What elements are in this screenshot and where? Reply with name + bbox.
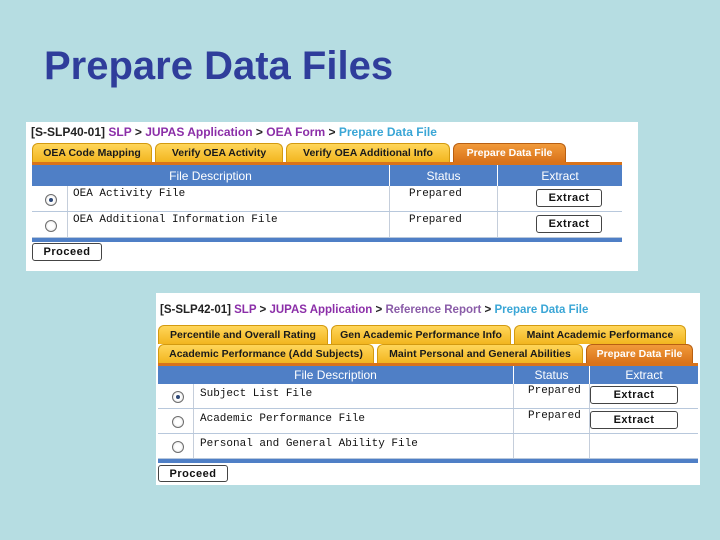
row-select-radio[interactable] — [172, 416, 184, 428]
tab-gen-academic-performance-info[interactable]: Gen Academic Performance Info — [331, 325, 511, 344]
breadcrumb-jupas-link[interactable]: JUPAS Application — [269, 304, 372, 316]
status-value: Prepared — [390, 212, 498, 237]
table-header: File Description Status Extract — [32, 165, 622, 186]
tab-maint-personal-general-abilities[interactable]: Maint Personal and General Abilities — [377, 344, 583, 363]
breadcrumb-reference-report-link[interactable]: Reference Report — [385, 304, 481, 316]
extract-button[interactable]: Extract — [536, 215, 602, 233]
row-select-radio[interactable] — [45, 220, 57, 232]
tab-prepare-data-file[interactable]: Prepare Data File — [453, 143, 566, 162]
tab-percentile-overall-rating[interactable]: Percentile and Overall Rating — [158, 325, 328, 344]
extract-button[interactable]: Extract — [590, 386, 678, 404]
extract-header: Extract — [625, 368, 663, 382]
file-name: OEA Additional Information File — [68, 212, 390, 237]
table-row: OEA Additional Information File Prepared… — [32, 212, 622, 238]
screen-code: [S-SLP40-01] — [31, 125, 106, 139]
table-bottom-bar — [158, 459, 698, 463]
breadcrumb-oea-link[interactable]: OEA Form — [266, 125, 325, 139]
extract-button[interactable]: Extract — [590, 411, 678, 429]
status-value — [514, 434, 590, 458]
breadcrumb: [S-SLP42-01] SLP > JUPAS Application > R… — [160, 304, 589, 316]
proceed-button[interactable]: Proceed — [158, 465, 228, 482]
status-header: Status — [514, 366, 590, 384]
status-value: Prepared — [514, 409, 590, 433]
tab-academic-performance-add-subjects[interactable]: Academic Performance (Add Subjects) — [158, 344, 374, 363]
oea-prepare-panel: [S-SLP40-01] SLP > JUPAS Application > O… — [26, 122, 638, 271]
row-select-radio[interactable] — [172, 441, 184, 453]
tab-verify-oea-activity[interactable]: Verify OEA Activity — [155, 143, 283, 162]
table-header: File Description Status Extract — [158, 366, 698, 384]
file-description-header: File Description — [158, 366, 514, 384]
tab-oea-code-mapping[interactable]: OEA Code Mapping — [32, 143, 152, 162]
extract-header: Extract — [541, 168, 579, 183]
row-select-radio[interactable] — [172, 391, 184, 403]
table-bottom-bar — [32, 238, 622, 242]
file-name: OEA Activity File — [68, 186, 390, 211]
table-row: OEA Activity File Prepared Extract — [32, 186, 622, 212]
file-description-header: File Description — [32, 165, 390, 186]
proceed-button[interactable]: Proceed — [32, 243, 102, 261]
breadcrumb-slp-link[interactable]: SLP — [234, 304, 256, 316]
file-name: Subject List File — [194, 384, 514, 408]
screen-code: [S-SLP42-01] — [160, 304, 231, 316]
file-name: Academic Performance File — [194, 409, 514, 433]
breadcrumb-current: Prepare Data File — [494, 304, 589, 316]
tab-maint-academic-performance[interactable]: Maint Academic Performance — [514, 325, 686, 344]
status-value: Prepared — [390, 186, 498, 211]
extract-cell — [590, 434, 698, 458]
breadcrumb-slp-link[interactable]: SLP — [108, 125, 131, 139]
breadcrumb-jupas-link[interactable]: JUPAS Application — [145, 125, 252, 139]
reference-report-panel: [S-SLP42-01] SLP > JUPAS Application > R… — [156, 293, 700, 485]
table-row: Academic Performance File Prepared Extra… — [158, 409, 698, 434]
table-row: Personal and General Ability File — [158, 434, 698, 459]
file-name: Personal and General Ability File — [194, 434, 514, 458]
extract-button[interactable]: Extract — [536, 189, 602, 207]
row-select-radio[interactable] — [45, 194, 57, 206]
breadcrumb-current: Prepare Data File — [338, 125, 437, 139]
status-header: Status — [390, 165, 498, 186]
tab-verify-oea-additional-info[interactable]: Verify OEA Additional Info — [286, 143, 450, 162]
slide-title: Prepare Data Files — [44, 44, 394, 88]
breadcrumb: [S-SLP40-01] SLP > JUPAS Application > O… — [31, 125, 437, 139]
status-value: Prepared — [514, 384, 590, 408]
table-row: Subject List File Prepared Extract — [158, 384, 698, 409]
tab-prepare-data-file[interactable]: Prepare Data File — [586, 344, 693, 363]
